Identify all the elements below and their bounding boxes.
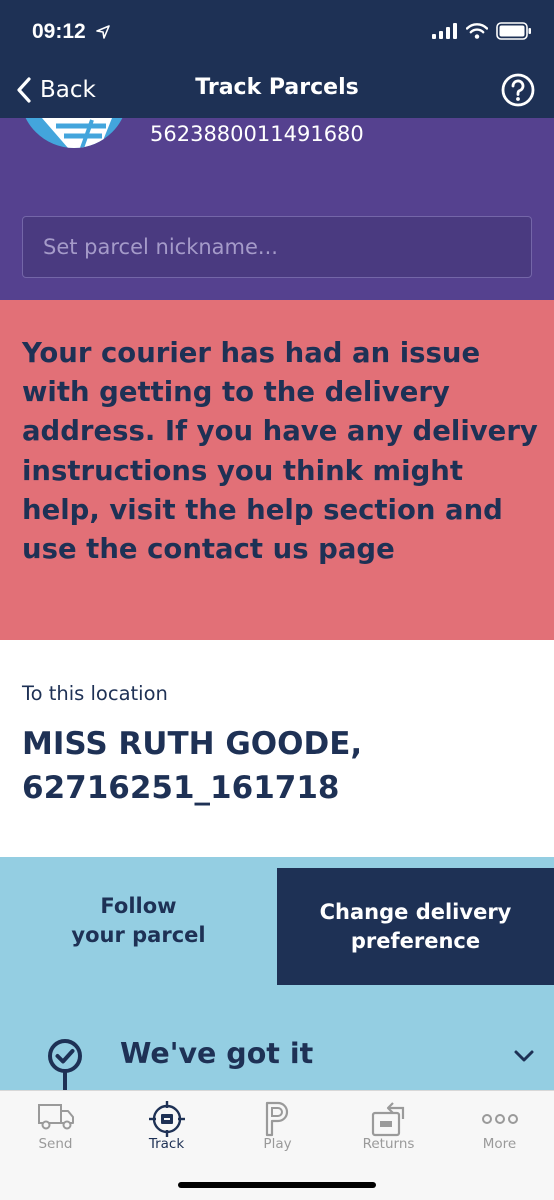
tab-more-label: More (482, 1136, 517, 1152)
tab-track-label: Track (148, 1136, 185, 1152)
status-icons (432, 22, 532, 40)
tab-follow-line1: Follow (100, 894, 177, 918)
tab-follow-your-parcel[interactable]: Follow your parcel (0, 857, 277, 985)
help-icon[interactable] (500, 72, 536, 108)
status-time-text: 09:12 (32, 20, 86, 43)
tab-returns-label: Returns (362, 1136, 415, 1152)
cellular-signal-icon (432, 23, 457, 39)
checkmark-circle-icon (48, 1039, 82, 1097)
status-bar: 09:12 (0, 0, 554, 62)
tab-send[interactable]: Send (0, 1091, 111, 1161)
play-p-icon (265, 1101, 288, 1137)
timeline-status-title: We've got it (120, 1037, 314, 1070)
parcel-nickname-input[interactable] (22, 216, 532, 278)
tab-follow-line2: your parcel (71, 923, 206, 947)
parcel-header: 5623880011491680 (0, 118, 554, 300)
tab-play[interactable]: Play (222, 1091, 333, 1161)
returns-box-icon (371, 1102, 404, 1137)
location-name: MISS RUTH GOODE, 62716251_161718 (22, 726, 363, 806)
tab-play-label: Play (263, 1136, 292, 1152)
delivery-issue-alert: Your courier has had an issue with getti… (0, 300, 554, 640)
home-indicator (178, 1182, 376, 1188)
tab-change-line1: Change delivery (319, 899, 512, 924)
tab-track[interactable]: Track (111, 1091, 222, 1161)
tab-change-line2: preference (350, 928, 481, 953)
tracking-tabs-area: Follow your parcel Change delivery prefe… (0, 857, 554, 1097)
tab-returns[interactable]: Returns (333, 1091, 444, 1161)
parcel-logo-icon (20, 118, 128, 148)
location-arrow-icon (95, 25, 110, 40)
page-title: Track Parcels (195, 75, 359, 100)
more-dots-icon (481, 1114, 518, 1124)
chevron-down-icon[interactable] (510, 1045, 538, 1067)
tab-change-delivery-preference[interactable]: Change delivery preference (277, 868, 554, 985)
location-label: To this location (22, 682, 168, 705)
alert-message: Your courier has had an issue with getti… (22, 337, 538, 566)
tab-send-label: Send (38, 1136, 73, 1152)
tracking-number: 5623880011491680 (150, 122, 364, 146)
delivery-location: To this location MISS RUTH GOODE, 627162… (0, 640, 554, 857)
tab-more[interactable]: More (444, 1091, 554, 1161)
status-time: 09:12 (32, 20, 110, 44)
van-icon (37, 1104, 74, 1130)
wifi-icon (466, 23, 488, 39)
track-target-icon (148, 1101, 185, 1137)
battery-icon (496, 22, 531, 40)
navigation-bar: Back Track Parcels (0, 62, 554, 118)
